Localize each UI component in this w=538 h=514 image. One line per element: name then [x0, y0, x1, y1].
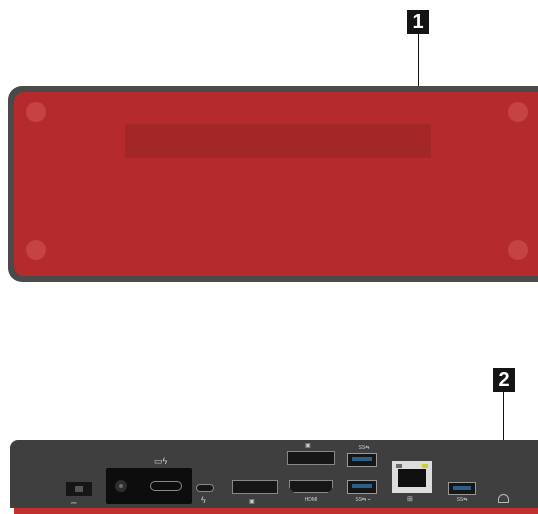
callout-1: 1	[407, 10, 429, 34]
usb-bottom-label: SS⇆ ⌁	[355, 497, 371, 503]
hdmi-port	[289, 480, 333, 493]
callout-2-label: 2	[498, 369, 510, 391]
power-jack-icon: ⎓	[71, 500, 77, 507]
displayport-icon-upper: ▣	[305, 443, 311, 449]
rubber-foot-bottom-left	[26, 240, 46, 260]
rubber-foot-bottom-right	[508, 240, 528, 260]
lightning-icon: ϟ	[201, 495, 206, 505]
dock-rear-red-strip	[14, 508, 538, 514]
ethernet-port	[392, 461, 432, 493]
displayport-port-upper	[287, 451, 335, 465]
power-button-port	[66, 482, 92, 496]
thunderbolt-port	[196, 484, 214, 492]
displayport-icon: ▣	[249, 499, 255, 505]
dock-top-view-surface	[14, 92, 538, 276]
rubber-foot-top-right	[508, 102, 528, 122]
network-icon: ⊞	[407, 496, 413, 503]
usb-top-label: SS⇆	[358, 445, 370, 451]
displayport-port-lower	[232, 480, 278, 494]
usb-port-bottom	[347, 480, 377, 494]
hdmi-label: HDMI	[304, 497, 318, 503]
rubber-foot-top-left	[26, 102, 46, 122]
usb-right-label: SS⇆	[456, 497, 468, 503]
callout-2: 2	[493, 368, 515, 392]
lock-slot-icon	[498, 494, 509, 503]
usb-port-right	[448, 482, 476, 495]
callout-1-label: 1	[412, 11, 424, 33]
laptop-lightning-icon: ▭ϟ	[154, 456, 168, 466]
usb-port-top	[347, 453, 377, 467]
host-connector-block	[106, 468, 192, 504]
dock-top-label-area	[125, 124, 431, 158]
